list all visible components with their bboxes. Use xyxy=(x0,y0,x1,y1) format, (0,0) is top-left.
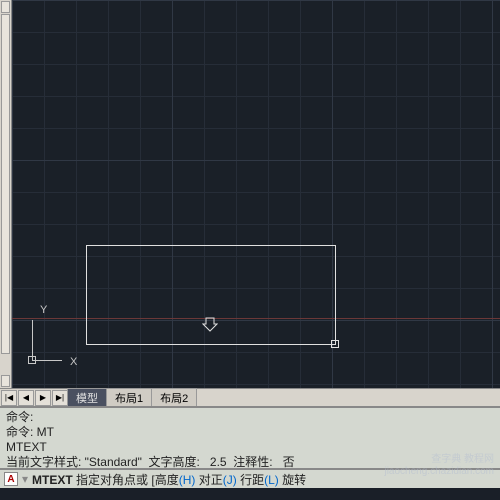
scroll-thumb[interactable] xyxy=(1,14,10,354)
command-prompt: MTEXT 指定对角点或 [高度(H) 对正(J) 行距(L) 旋转 xyxy=(32,471,306,488)
watermark: 查字典 教程网 jiaocheng.chazidian.com xyxy=(384,454,494,478)
drawing-viewport[interactable]: Y X xyxy=(12,0,500,388)
cmd-history-line: 命令: MT xyxy=(6,425,494,440)
ucs-x-label: X xyxy=(70,356,77,368)
cursor-down-arrow-icon xyxy=(202,316,218,332)
tab-layout2[interactable]: 布局2 xyxy=(151,388,197,408)
tab-model[interactable]: 模型 xyxy=(67,388,107,408)
command-menu-icon[interactable]: ▾ xyxy=(22,472,28,486)
command-a-icon[interactable]: A xyxy=(4,472,18,486)
tab-nav-next-button[interactable]: ▶ xyxy=(35,390,51,406)
scroll-up-button[interactable] xyxy=(1,1,10,13)
layout-tab-bar: |◀ ◀ ▶ ▶| 模型 布局1 布局2 xyxy=(0,388,500,406)
tab-layout1[interactable]: 布局1 xyxy=(106,388,152,408)
tab-nav-prev-button[interactable]: ◀ xyxy=(18,390,34,406)
vertical-scrollbar[interactable] xyxy=(0,0,12,388)
resize-handle[interactable] xyxy=(331,340,339,348)
tab-nav-last-button[interactable]: ▶| xyxy=(52,390,68,406)
cmd-history-line: 命令: xyxy=(6,410,494,425)
scroll-down-button[interactable] xyxy=(1,375,10,387)
tab-nav-first-button[interactable]: |◀ xyxy=(1,390,17,406)
ucs-y-label: Y xyxy=(40,304,47,316)
cmd-history-line: MTEXT xyxy=(6,440,494,455)
